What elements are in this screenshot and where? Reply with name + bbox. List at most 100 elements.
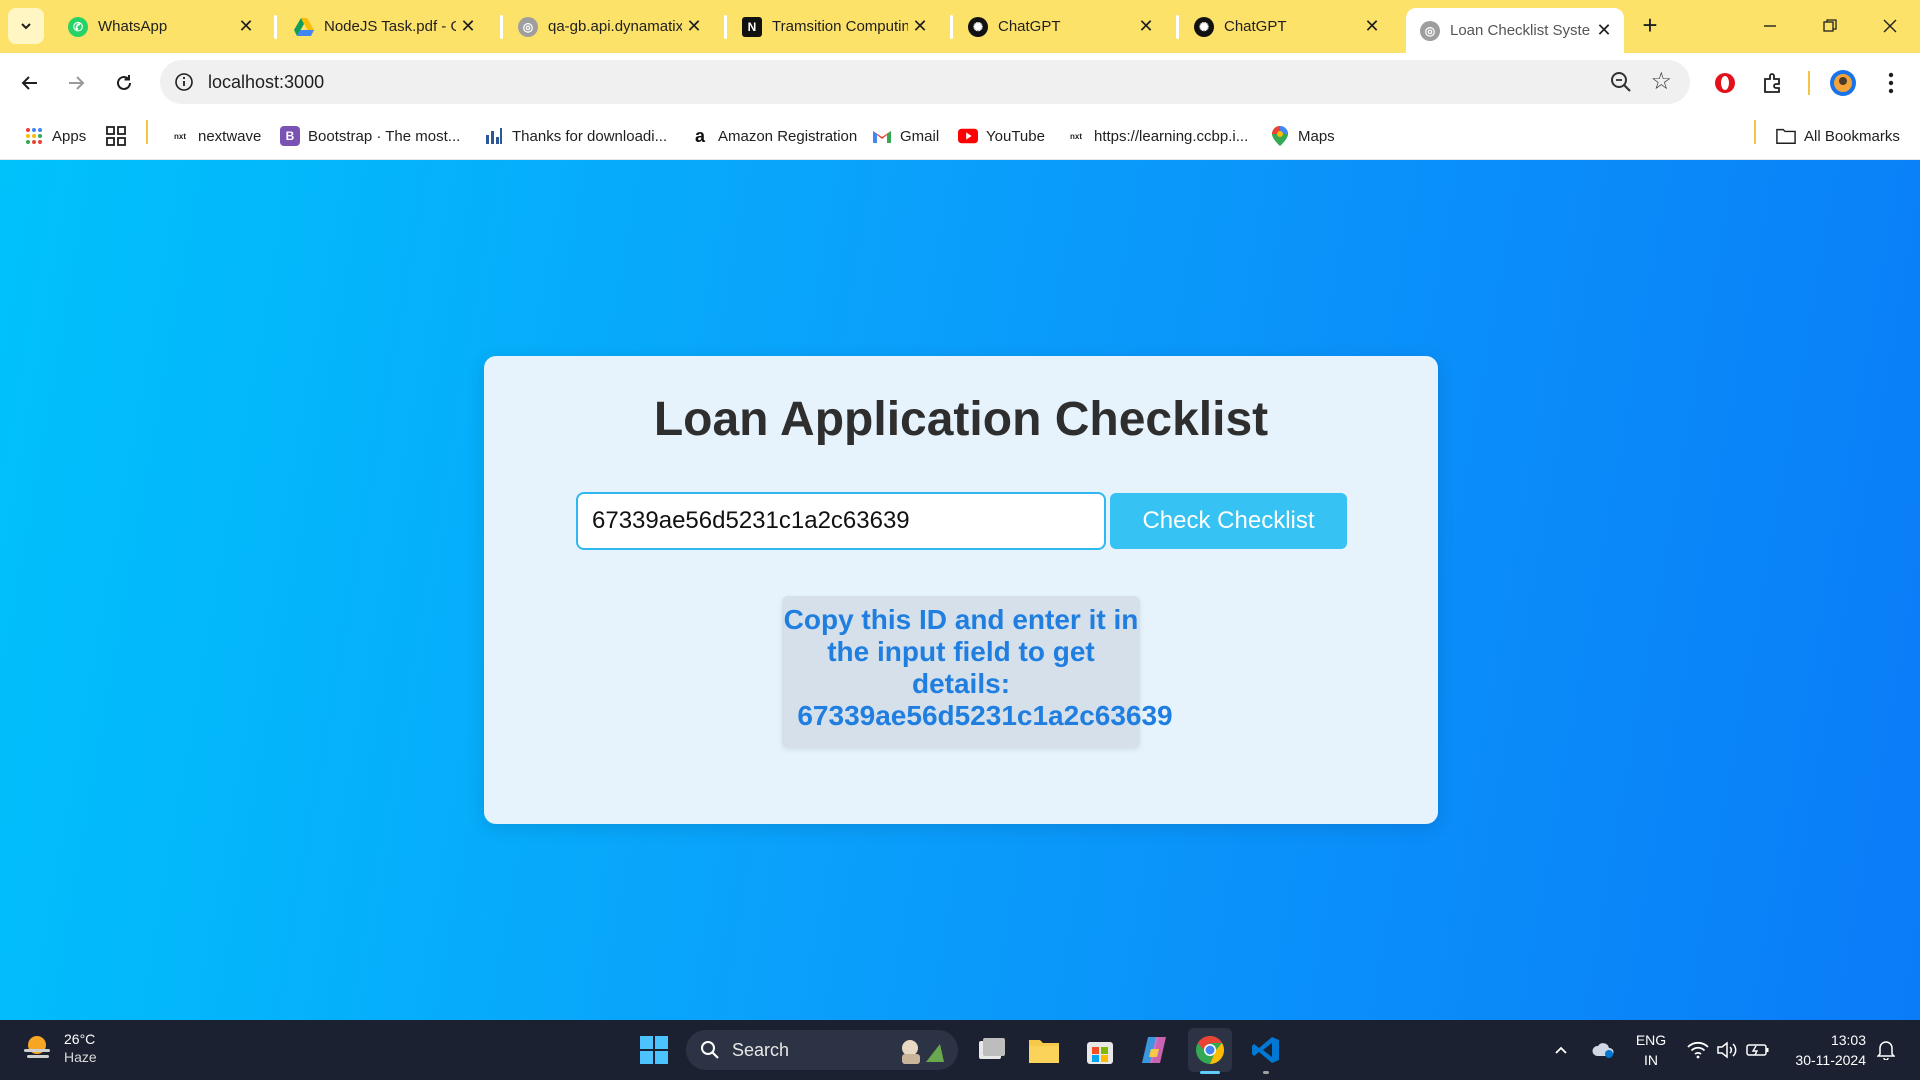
minimize-icon — [1764, 25, 1776, 27]
microsoft-store-button[interactable] — [1078, 1028, 1122, 1072]
bookmark-label: All Bookmarks — [1804, 127, 1900, 145]
bookmark-bootstrap[interactable]: B Bootstrap · The most... — [280, 122, 460, 150]
opera-extension-icon[interactable] — [1708, 66, 1742, 100]
weather-condition: Haze — [64, 1049, 97, 1065]
tab-notion[interactable]: N Tramsition Computin ✕ — [728, 8, 940, 45]
zoom-icon[interactable] — [1608, 69, 1634, 95]
chevron-up-icon — [1555, 1046, 1567, 1054]
tab-divider — [1176, 15, 1179, 39]
restore-button[interactable] — [1810, 10, 1850, 42]
amazon-icon: a — [694, 125, 705, 146]
loan-id-input[interactable] — [576, 492, 1106, 550]
address-bar[interactable]: localhost:3000 ☆ — [160, 60, 1690, 104]
tab-whatsapp[interactable]: ✆ WhatsApp ✕ — [54, 8, 266, 45]
bookmark-learning-ccbp[interactable]: nxt https://learning.ccbp.i... — [1066, 122, 1248, 150]
youtube-icon — [958, 126, 978, 146]
language-code: ENG — [1635, 1032, 1667, 1048]
bookmark-maps[interactable]: Maps — [1270, 122, 1335, 150]
arrow-right-icon — [69, 76, 85, 90]
close-icon[interactable]: ✕ — [234, 15, 258, 39]
show-hidden-icons-button[interactable] — [1548, 1020, 1574, 1080]
close-icon[interactable]: ✕ — [682, 15, 706, 39]
tab-qa-api[interactable]: ◎ qa-gb.api.dynamatix ✕ — [504, 8, 714, 45]
taskbar-search[interactable]: Search — [686, 1030, 958, 1070]
notifications-button[interactable] — [1872, 1020, 1900, 1080]
tab-groups-icon — [106, 126, 126, 146]
check-checklist-button[interactable]: Check Checklist — [1110, 493, 1347, 549]
tab-chatgpt-1[interactable]: ✺ ChatGPT ✕ — [954, 8, 1166, 45]
close-icon[interactable]: ✕ — [1360, 15, 1384, 39]
tab-divider — [724, 15, 727, 39]
vscode-button[interactable] — [1244, 1028, 1288, 1074]
bookmark-thanks-for-downloading[interactable]: Thanks for downloadi... — [484, 122, 667, 150]
tab-nodejs-task[interactable]: NodeJS Task.pdf - Go ✕ — [280, 8, 488, 45]
bookmarks-bar: Apps nxt nextwave B Bootstrap · The most… — [0, 112, 1920, 160]
tab-title: Loan Checklist Syste — [1450, 22, 1591, 39]
bookmark-label: https://learning.ccbp.i... — [1094, 127, 1249, 145]
site-info-icon[interactable] — [170, 68, 198, 96]
system-clock[interactable]: 13:03 30-11-2024 — [1774, 1030, 1866, 1070]
bookmark-divider — [146, 120, 148, 144]
search-icon — [701, 1041, 719, 1059]
file-explorer-button[interactable] — [1022, 1028, 1066, 1072]
onedrive-tray-button[interactable] — [1588, 1020, 1618, 1080]
profile-avatar[interactable] — [1826, 66, 1860, 100]
bookmark-label: YouTube — [986, 127, 1045, 145]
page-title: Loan Application Checklist — [653, 393, 1269, 446]
nextwave-icon: nxt — [174, 131, 186, 141]
id-info-box: Copy this ID and enter it in the input f… — [782, 596, 1173, 748]
nextwave-icon: nxt — [1070, 131, 1082, 141]
copilot-icon — [1142, 1037, 1166, 1063]
bookmark-label: Apps — [52, 127, 87, 145]
weather-widget[interactable]: 26°C Haze — [20, 1030, 97, 1066]
new-tab-button[interactable]: + — [1636, 12, 1664, 40]
onedrive-icon — [1592, 1043, 1614, 1058]
tab-search-button[interactable] — [8, 8, 44, 44]
active-app-indicator — [1200, 1071, 1220, 1074]
browser-tab-strip: ✆ WhatsApp ✕ NodeJS Task.pdf - Go ✕ ◎ qa… — [0, 0, 1920, 53]
reload-button[interactable] — [106, 65, 142, 101]
tab-title: WhatsApp — [98, 18, 168, 35]
close-icon[interactable]: ✕ — [1592, 19, 1616, 43]
bookmark-label: Gmail — [900, 127, 940, 145]
close-icon[interactable]: ✕ — [456, 15, 480, 39]
battery-icon — [1746, 1044, 1769, 1056]
all-bookmarks-button[interactable]: All Bookmarks — [1776, 122, 1900, 150]
bookmark-label: Bootstrap · The most... — [308, 127, 461, 145]
weather-temperature: 26°C — [64, 1031, 96, 1047]
minimize-button[interactable] — [1750, 10, 1790, 42]
clock-date: 30-11-2024 — [1795, 1052, 1866, 1068]
bookmark-nextwave[interactable]: nxt nextwave — [170, 122, 261, 150]
wifi-button[interactable] — [1684, 1020, 1712, 1080]
tab-title: ChatGPT — [1224, 18, 1287, 35]
battery-button[interactable] — [1744, 1020, 1772, 1080]
language-indicator[interactable]: ENG IN — [1630, 1030, 1672, 1070]
bookmark-star-icon[interactable]: ☆ — [1650, 67, 1672, 96]
close-icon[interactable]: ✕ — [908, 15, 932, 39]
bookmark-divider — [1754, 120, 1756, 144]
tab-groups-button[interactable] — [106, 122, 134, 150]
tab-loan-checklist[interactable]: ◎ Loan Checklist Syste ✕ — [1406, 8, 1624, 53]
back-button[interactable] — [12, 65, 48, 101]
chrome-taskbar-button[interactable] — [1188, 1028, 1232, 1074]
browser-menu-icon[interactable] — [1874, 66, 1908, 100]
bookmark-gmail[interactable]: Gmail — [872, 122, 939, 150]
bookmark-amazon[interactable]: a Amazon Registration — [690, 122, 857, 150]
start-button[interactable] — [632, 1028, 676, 1072]
checklist-card: Loan Application Checklist Check Checkli… — [484, 356, 1438, 824]
extensions-puzzle-icon[interactable] — [1756, 66, 1790, 100]
bookmark-apps[interactable]: Apps — [24, 122, 86, 150]
forward-button[interactable] — [58, 65, 94, 101]
copilot-button[interactable] — [1132, 1028, 1176, 1072]
bootstrap-icon: B — [280, 126, 300, 146]
whatsapp-icon: ✆ — [68, 16, 88, 37]
task-view-button[interactable] — [970, 1028, 1014, 1072]
window-close-button[interactable] — [1870, 10, 1910, 42]
bookmark-youtube[interactable]: YouTube — [958, 122, 1045, 150]
volume-button[interactable] — [1714, 1020, 1740, 1080]
tab-chatgpt-2[interactable]: ✺ ChatGPT ✕ — [1180, 8, 1392, 45]
tab-title: NodeJS Task.pdf - Go — [324, 18, 456, 35]
close-icon[interactable]: ✕ — [1134, 15, 1158, 39]
info-loan-id: 67339ae56d5231c1a2c63639 — [797, 700, 1173, 731]
tab-divider — [950, 15, 953, 39]
